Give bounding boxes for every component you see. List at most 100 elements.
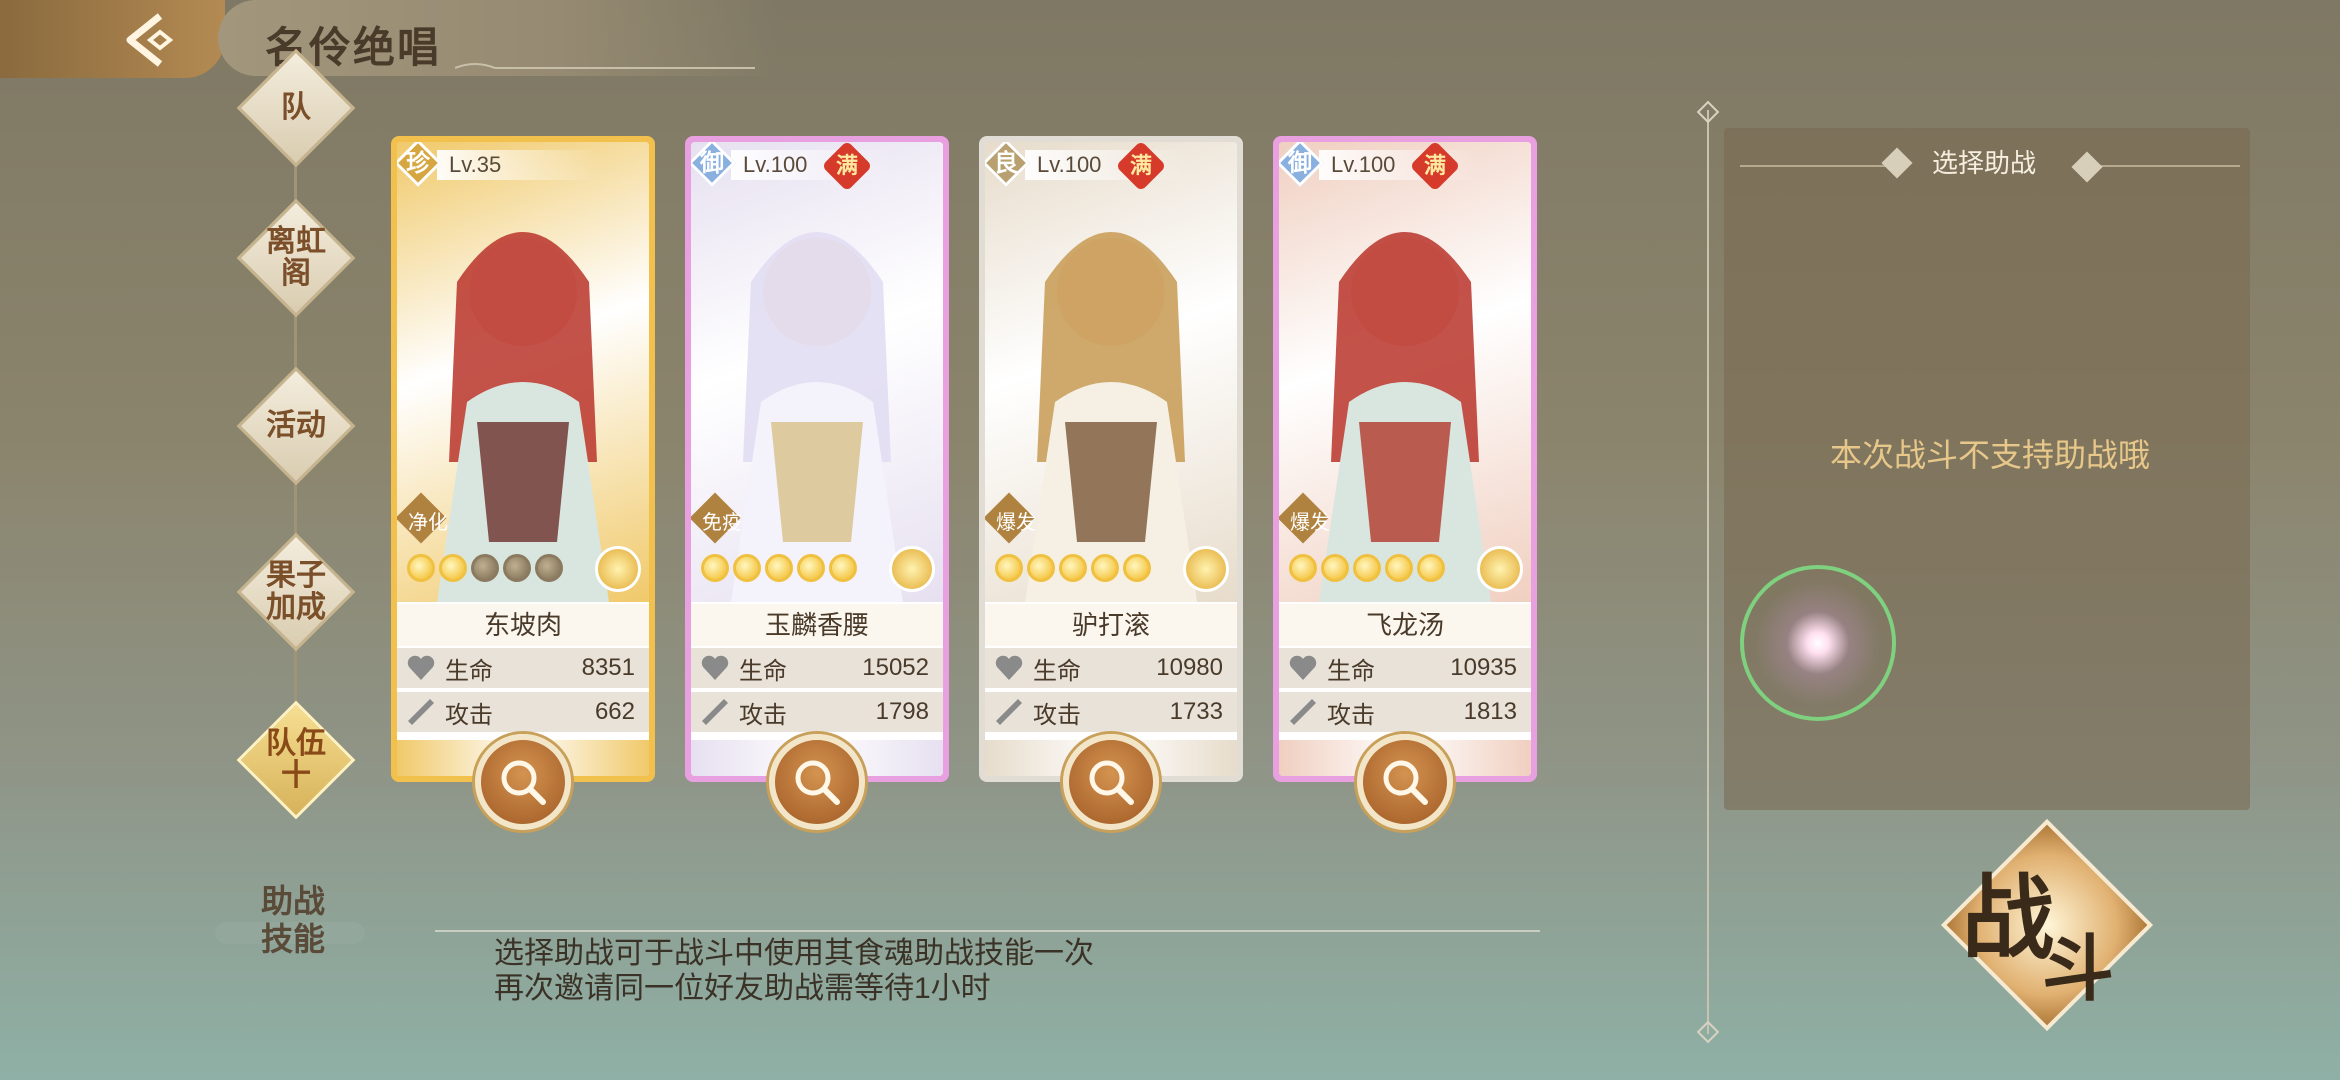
star-icon — [1385, 554, 1413, 582]
sword-icon — [697, 694, 733, 730]
skill-type-text: 爆发 — [1290, 512, 1330, 534]
hp-row: 生命 10980 — [985, 648, 1237, 688]
menu-item[interactable]: 离虹 阁 — [234, 196, 358, 320]
hp-value: 10935 — [1450, 654, 1517, 681]
star-icon — [535, 554, 563, 582]
menu-item[interactable]: 果子 加成 — [234, 530, 358, 654]
view-details-button[interactable] — [1357, 734, 1453, 830]
heart-icon — [1285, 650, 1321, 686]
star-icon — [1091, 554, 1119, 582]
battle-button-char-2: 斗 — [2042, 926, 2115, 1011]
help-divider — [435, 930, 1540, 932]
card-inner: Lv.100 良 满 爆发 驴打滚 生命 10980 攻击 1733 — [985, 142, 1237, 776]
character-card[interactable]: Lv.35 珍 净化 东坡肉 生命 8351 攻击 662 — [391, 136, 655, 782]
rank-badge: 良 — [985, 142, 1031, 188]
star-icon — [1417, 554, 1445, 582]
hp-row: 生命 10935 — [1279, 648, 1531, 688]
max-level-text: 满 — [1423, 153, 1446, 178]
attack-label: 攻击 — [1327, 701, 1375, 729]
hp-label: 生命 — [1033, 657, 1081, 685]
card-inner: Lv.100 御 满 爆发 飞龙汤 生命 10935 攻击 1813 — [1279, 142, 1531, 776]
star-rating — [701, 554, 857, 588]
menu-item-label: 离虹 阁 — [266, 224, 326, 291]
character-card[interactable]: Lv.100 御 满 免疫 玉麟香腰 生命 15052 攻击 1798 — [685, 136, 949, 782]
menu-item-label: 活动 — [266, 408, 326, 443]
sword-icon — [403, 694, 439, 730]
star-icon — [1289, 554, 1317, 582]
skill-type-text: 爆发 — [996, 512, 1036, 534]
attack-label: 攻击 — [1033, 701, 1081, 729]
star-icon — [1027, 554, 1055, 582]
attack-value: 1813 — [1463, 698, 1517, 725]
menu-item-label: 果子 加成 — [266, 558, 326, 625]
sword-icon — [1285, 694, 1321, 730]
skill-type-text: 净化 — [408, 512, 448, 534]
menu-item-label: 队伍 十 — [266, 726, 326, 793]
skill-type-badge: 爆发 — [985, 492, 1051, 544]
star-icon — [829, 554, 857, 582]
star-icon — [1123, 554, 1151, 582]
hp-row: 生命 8351 — [397, 648, 649, 688]
character-name: 玉麟香腰 — [691, 604, 943, 646]
menu-item[interactable]: 队伍 十 — [234, 698, 358, 822]
rank-badge: 御 — [691, 142, 737, 188]
hp-value: 8351 — [581, 654, 635, 681]
menu-item[interactable]: 队 — [234, 46, 358, 170]
title-flourish-icon — [455, 63, 755, 69]
card-inner: Lv.35 珍 净化 东坡肉 生命 8351 攻击 662 — [397, 142, 649, 776]
skill-type-badge: 爆发 — [1279, 492, 1345, 544]
view-details-button[interactable] — [769, 734, 865, 830]
attack-value: 1733 — [1169, 698, 1223, 725]
back-button[interactable] — [115, 10, 185, 70]
back-arrow-icon — [126, 13, 174, 67]
assist-title-line-right — [2100, 165, 2240, 167]
sword-icon — [991, 694, 1027, 730]
flower-element-icon — [889, 546, 935, 592]
flower-element-icon — [1477, 546, 1523, 592]
heart-icon — [697, 650, 733, 686]
level-label: Lv.35 — [437, 150, 599, 180]
hp-label: 生命 — [739, 657, 787, 685]
view-details-button[interactable] — [475, 734, 571, 830]
attack-label: 攻击 — [739, 701, 787, 729]
flower-element-icon — [595, 546, 641, 592]
battle-button[interactable]: 战 斗 — [1940, 818, 2154, 1032]
skill-type-badge: 免疫 — [691, 492, 757, 544]
star-icon — [701, 554, 729, 582]
skill-type-badge: 净化 — [397, 492, 463, 544]
help-line-2: 再次邀请同一位好友助战需等待1小时 — [494, 972, 991, 1005]
heart-icon — [991, 650, 1027, 686]
assist-skill-title: 助战 技能 — [260, 882, 325, 958]
rank-badge-text: 良 — [994, 148, 1018, 177]
star-icon — [439, 554, 467, 582]
menu-item[interactable]: 活动 — [234, 364, 358, 488]
max-level-text: 满 — [835, 153, 858, 178]
character-card[interactable]: Lv.100 良 满 爆发 驴打滚 生命 10980 攻击 1733 — [979, 136, 1243, 782]
star-icon — [1321, 554, 1349, 582]
attack-row: 攻击 662 — [397, 692, 649, 732]
star-icon — [503, 554, 531, 582]
rank-badge: 珍 — [397, 142, 443, 188]
star-icon — [765, 554, 793, 582]
heart-icon — [403, 650, 439, 686]
character-name: 驴打滚 — [985, 604, 1237, 646]
character-card[interactable]: Lv.100 御 满 爆发 飞龙汤 生命 10935 攻击 1813 — [1273, 136, 1537, 782]
star-rating — [1289, 554, 1445, 588]
hp-row: 生命 15052 — [691, 648, 943, 688]
assist-panel-title: 选择助战 — [1932, 148, 2037, 178]
hp-value: 15052 — [862, 654, 929, 681]
help-line-1: 选择助战可于战斗中使用其食魂助战技能一次 — [494, 937, 1094, 970]
attack-label: 攻击 — [445, 701, 493, 729]
magnifier-icon — [1089, 760, 1134, 805]
rank-badge: 御 — [1279, 142, 1325, 188]
assist-unavailable-message: 本次战斗不支持助战哦 — [1829, 437, 2150, 473]
rank-badge-text: 御 — [1288, 148, 1312, 177]
star-rating — [407, 554, 563, 588]
divider-cap-top — [1696, 100, 1720, 124]
magnifier-icon — [1383, 760, 1428, 805]
star-icon — [797, 554, 825, 582]
star-icon — [1059, 554, 1087, 582]
star-icon — [995, 554, 1023, 582]
view-details-button[interactable] — [1063, 734, 1159, 830]
star-icon — [733, 554, 761, 582]
